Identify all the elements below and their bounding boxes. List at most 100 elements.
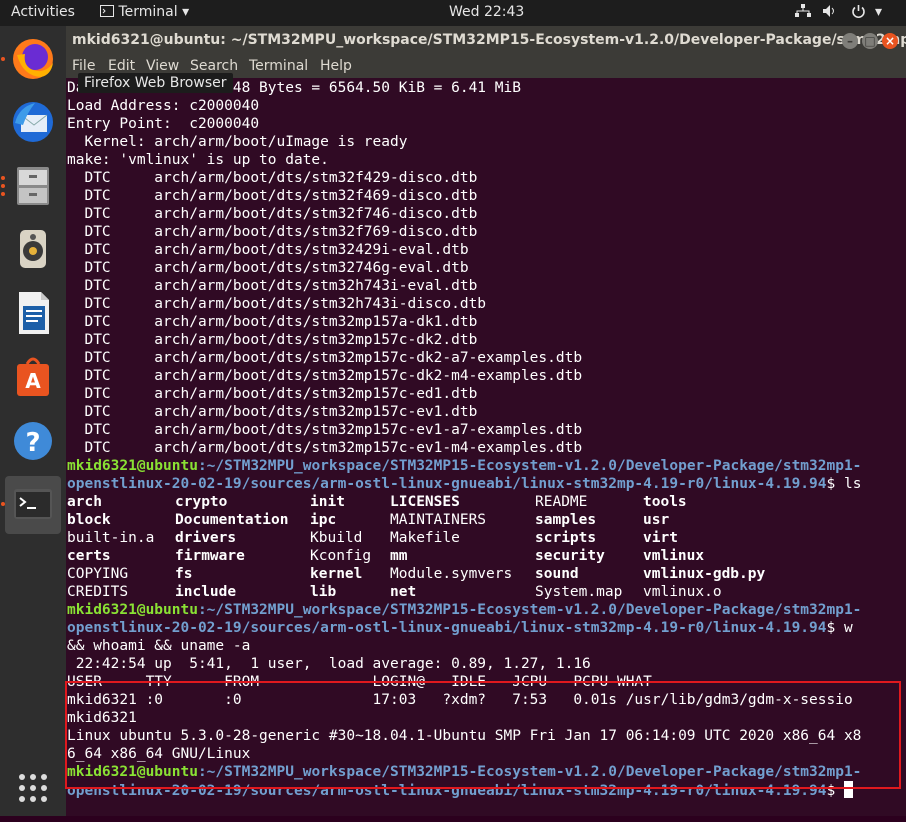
output-line: DTC arch/arm/boot/dts/stm32f469-disco.dt…	[67, 188, 478, 204]
help-launcher[interactable]: ?	[5, 412, 61, 470]
ls-entry: mm	[390, 548, 408, 564]
ls-entry: include	[175, 584, 237, 600]
menu-terminal[interactable]: Terminal	[249, 58, 308, 74]
ls-entry: sound	[535, 566, 579, 582]
terminal-window: mkid6321@ubuntu: ~/STM32MPU_workspace/ST…	[65, 26, 906, 816]
ls-entry: Kconfig	[310, 548, 372, 564]
ls-entry: tools	[643, 494, 687, 510]
menu-search[interactable]: Search	[190, 58, 238, 74]
output-line: DTC arch/arm/boot/dts/stm32mp157c-ev1-m4…	[67, 440, 583, 456]
menu-view[interactable]: View	[146, 58, 179, 74]
running-indicator	[1, 57, 5, 61]
output-line: make: 'vmlinux' is up to date.	[67, 152, 329, 168]
chevron-down-icon[interactable]: ▾	[875, 4, 882, 20]
ls-entry: fs	[175, 566, 193, 582]
ls-entry: certs	[67, 548, 111, 564]
prompt-line: mkid6321@ubuntu:~/STM32MPU_workspace/STM…	[67, 457, 861, 475]
network-icon[interactable]	[795, 4, 811, 22]
thunderbird-launcher[interactable]	[5, 93, 61, 151]
show-applications-button[interactable]	[5, 760, 61, 818]
output-line: Load Address: c2000040	[67, 98, 260, 114]
terminal-small-icon	[100, 5, 114, 17]
dock: A ?	[0, 26, 66, 816]
maximize-button[interactable]: □	[862, 33, 878, 49]
prompt-path: openstlinux-20-02-19/sources/arm-ostl-li…	[67, 476, 827, 492]
ls-entry: virt	[643, 530, 678, 546]
highlight-box	[65, 681, 901, 789]
ls-entry: scripts	[535, 530, 597, 546]
ls-entry: MAINTAINERS	[390, 512, 487, 528]
prompt-user: mkid6321@ubuntu	[67, 602, 198, 618]
ls-entry: System.map	[535, 584, 623, 600]
output-line: DTC arch/arm/boot/dts/stm32f769-disco.dt…	[67, 224, 478, 240]
menu-file[interactable]: File	[72, 58, 95, 74]
ubuntu-software-icon: A	[17, 357, 49, 396]
output-line: DTC arch/arm/boot/dts/stm32429i-eval.dtb	[67, 242, 469, 258]
ls-entry: COPYING	[67, 566, 129, 582]
volume-icon[interactable]	[822, 4, 838, 22]
running-indicator	[1, 184, 5, 188]
ls-entry: LICENSES	[390, 494, 460, 510]
clock[interactable]: Wed 22:43	[449, 4, 524, 20]
prompt-command: $ ls	[826, 476, 862, 492]
activities-button[interactable]: Activities	[11, 4, 75, 20]
title-bar[interactable]: mkid6321@ubuntu: ~/STM32MPU_workspace/ST…	[66, 26, 906, 56]
ls-entry: Kbuild	[310, 530, 363, 546]
command-continuation: && whoami && uname -a	[67, 638, 251, 654]
ls-entry: kernel	[310, 566, 363, 582]
ls-entry: arch	[67, 494, 102, 510]
output-line: DTC arch/arm/boot/dts/stm32746g-eval.dtb	[67, 260, 469, 276]
terminal-launcher[interactable]	[5, 476, 61, 534]
output-line: DTC arch/arm/boot/dts/stm32h743i-eval.dt…	[67, 278, 478, 294]
firefox-launcher[interactable]	[5, 30, 61, 88]
window-title: mkid6321@ubuntu: ~/STM32MPU_workspace/ST…	[72, 32, 906, 48]
prompt-line: mkid6321@ubuntu:~/STM32MPU_workspace/STM…	[67, 601, 861, 619]
writer-launcher[interactable]	[5, 284, 61, 342]
close-button[interactable]: ×	[882, 33, 898, 49]
svg-text:?: ?	[25, 428, 40, 458]
running-indicator	[1, 176, 5, 180]
show-applications-icon	[19, 774, 47, 802]
output-line: DTC arch/arm/boot/dts/stm32mp157a-dk1.dt…	[67, 314, 478, 330]
terminal-output[interactable]: Data Size: 6722048 Bytes = 6564.50 KiB =…	[65, 78, 906, 816]
app-name: Terminal	[118, 4, 178, 20]
ls-entry: block	[67, 512, 111, 528]
output-line: Kernel: arch/arm/boot/uImage is ready	[67, 134, 408, 150]
prompt-path: :~/STM32MPU_workspace/STM32MP15-Ecosyste…	[197, 458, 862, 474]
output-line: DTC arch/arm/boot/dts/stm32f429-disco.dt…	[67, 170, 478, 186]
output-line: DTC arch/arm/boot/dts/stm32mp157c-dk2-a7…	[67, 350, 583, 366]
prompt-path: :~/STM32MPU_workspace/STM32MP15-Ecosyste…	[197, 602, 862, 618]
ls-entry: Documentation	[175, 512, 289, 528]
ls-entry: crypto	[175, 494, 228, 510]
libreoffice-writer-icon	[19, 292, 49, 334]
menu-help[interactable]: Help	[320, 58, 352, 74]
output-line: DTC arch/arm/boot/dts/stm32mp157c-dk2.dt…	[67, 332, 478, 348]
menu-edit[interactable]: Edit	[108, 58, 135, 74]
rhythmbox-icon	[20, 230, 46, 268]
output-line: 22:42:54 up 5:41, 1 user, load average: …	[67, 656, 591, 672]
ls-entry: firmware	[175, 548, 245, 564]
files-launcher[interactable]	[5, 156, 61, 214]
ls-entry: README	[535, 494, 588, 510]
output-line: DTC arch/arm/boot/dts/stm32mp157c-dk2-m4…	[67, 368, 583, 384]
rhythmbox-launcher[interactable]	[5, 220, 61, 278]
ls-entry: Module.symvers	[390, 566, 513, 582]
software-launcher[interactable]: A	[5, 348, 61, 406]
prompt-command: $ w	[826, 620, 853, 636]
ls-entry: Makefile	[390, 530, 460, 546]
ls-entry: init	[310, 494, 345, 510]
ls-entry: built-in.a	[67, 530, 155, 546]
ls-entry: vmlinux-gdb.py	[643, 566, 766, 582]
prompt-path: openstlinux-20-02-19/sources/arm-ostl-li…	[67, 620, 827, 636]
minimize-button[interactable]: –	[842, 33, 858, 49]
svg-text:A: A	[25, 369, 41, 393]
app-menu[interactable]: Terminal ▾	[100, 4, 189, 20]
power-icon[interactable]	[851, 4, 866, 23]
firefox-icon	[13, 39, 53, 79]
output-line: DTC arch/arm/boot/dts/stm32mp157c-ed1.dt…	[67, 386, 478, 402]
prompt-line: openstlinux-20-02-19/sources/arm-ostl-li…	[67, 619, 853, 637]
output-line: DTC arch/arm/boot/dts/stm32mp157c-ev1.dt…	[67, 404, 478, 420]
terminal-icon	[14, 489, 52, 519]
ls-entry: ipc	[310, 512, 337, 528]
ls-entry: samples	[535, 512, 597, 528]
